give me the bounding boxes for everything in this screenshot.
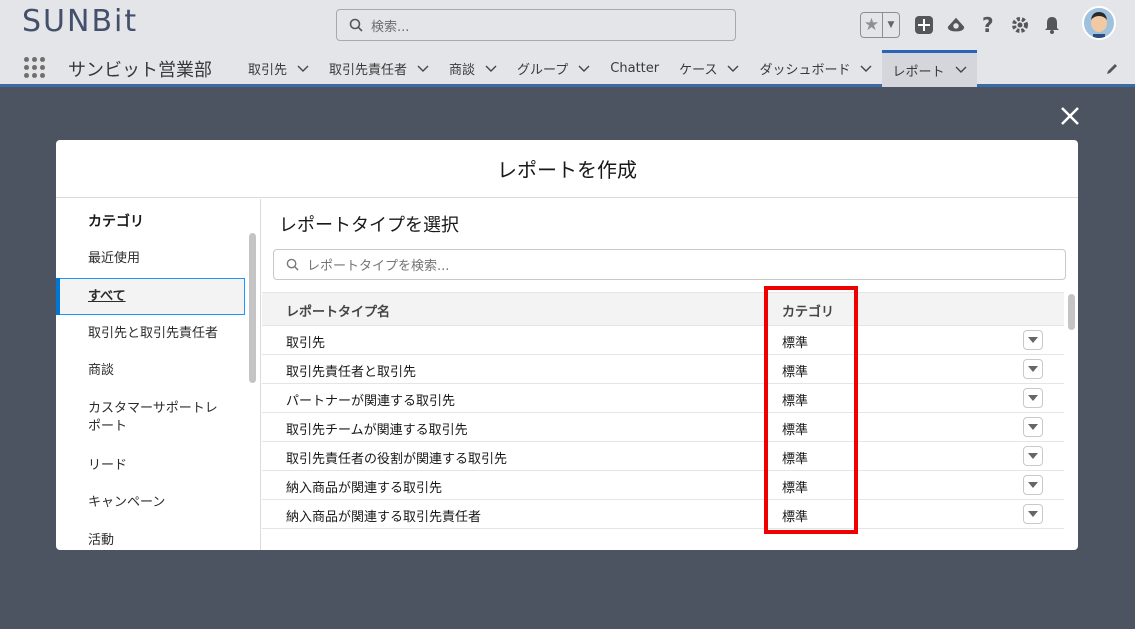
row-action-dropdown[interactable] [1023, 330, 1043, 350]
column-header-name[interactable]: レポートタイプ名 [286, 301, 390, 320]
gear-icon[interactable] [1010, 15, 1030, 35]
search-icon [286, 258, 299, 271]
chevron-down-icon [1028, 366, 1038, 372]
category-panel: カテゴリ 最近使用 すべて 取引先と取引先責任者 商談 カスタマーサポートレポー… [56, 199, 261, 550]
table-row[interactable]: パートナーが関連する取引先 標準 [262, 384, 1064, 413]
tab-chatter[interactable]: Chatter [600, 50, 669, 87]
table-row[interactable]: 取引先チームが関連する取引先 標準 [262, 413, 1064, 442]
category-campaigns[interactable]: キャンペーン [88, 494, 238, 512]
global-header: SUNBit 検索... ★ ▼ ? [0, 0, 1135, 50]
favorites-dropdown-icon[interactable]: ▼ [883, 13, 899, 37]
tab-label: Chatter [610, 61, 660, 76]
chevron-down-icon[interactable] [485, 65, 497, 73]
app-launcher-icon[interactable] [24, 57, 45, 78]
table-header: レポートタイプ名 カテゴリ [262, 292, 1064, 326]
table-row[interactable]: 取引先責任者の役割が関連する取引先 標準 [262, 442, 1064, 471]
chevron-down-icon [1028, 337, 1038, 343]
tab-groups[interactable]: グループ [507, 50, 600, 87]
app-name: サンビット営業部 [68, 60, 212, 81]
bell-icon[interactable] [1042, 15, 1062, 35]
report-type-name[interactable]: 取引先責任者と取引先 [286, 361, 416, 380]
category-column-highlight [764, 286, 858, 534]
tab-label: レポート [892, 64, 945, 80]
report-type-name[interactable]: 納入商品が関連する取引先 [286, 477, 442, 496]
favorites-button[interactable]: ★ ▼ [860, 12, 900, 38]
category-all[interactable]: すべて [56, 278, 245, 315]
tab-label: 取引先 [248, 63, 288, 78]
navigation-bar: サンビット営業部 取引先 取引先責任者 商談 グループ Chatter ケース … [0, 50, 1135, 87]
close-modal-icon[interactable] [1058, 104, 1082, 128]
add-icon[interactable] [914, 15, 934, 35]
chevron-down-icon[interactable] [417, 65, 429, 73]
category-opportunities[interactable]: 商談 [88, 362, 238, 380]
tab-dashboards[interactable]: ダッシュボード [749, 50, 882, 87]
category-scrollbar[interactable] [249, 233, 256, 383]
category-recent[interactable]: 最近使用 [88, 250, 238, 268]
tab-opportunities[interactable]: 商談 [439, 50, 507, 87]
report-type-heading: レポートタイプを選択 [279, 215, 459, 236]
row-action-dropdown[interactable] [1023, 359, 1043, 379]
svg-text:?: ? [982, 15, 994, 35]
avatar[interactable] [1082, 6, 1116, 40]
app-logo[interactable]: SUNBit [22, 4, 138, 39]
report-type-search-placeholder: レポートタイプを検索... [307, 259, 450, 274]
chevron-down-icon [1028, 453, 1038, 459]
search-icon [349, 18, 363, 32]
row-action-dropdown[interactable] [1023, 446, 1043, 466]
tab-label: グループ [517, 63, 569, 78]
report-type-name[interactable]: 取引先責任者の役割が関連する取引先 [286, 448, 507, 467]
global-search-placeholder: 検索... [371, 19, 410, 35]
report-type-name[interactable]: 取引先 [286, 332, 325, 351]
table-scrollbar[interactable] [1068, 294, 1075, 330]
tab-label: 商談 [449, 63, 476, 78]
help-icon[interactable]: ? [978, 15, 998, 35]
tab-label: ケース [679, 63, 718, 78]
global-search-input[interactable]: 検索... [336, 9, 736, 41]
chevron-down-icon [1028, 482, 1038, 488]
chevron-down-icon[interactable] [727, 65, 739, 73]
chevron-down-icon[interactable] [297, 65, 309, 73]
report-type-name[interactable]: 納入商品が関連する取引先責任者 [286, 506, 481, 525]
tab-label: 取引先責任者 [329, 63, 408, 78]
tab-reports[interactable]: レポート [882, 50, 977, 87]
modal-title: レポートを作成 [56, 140, 1078, 198]
chevron-down-icon[interactable] [860, 65, 872, 73]
category-heading: カテゴリ [88, 214, 144, 230]
report-type-name[interactable]: 取引先チームが関連する取引先 [286, 419, 468, 438]
tab-accounts[interactable]: 取引先 [238, 50, 319, 87]
tab-contacts[interactable]: 取引先責任者 [319, 50, 439, 87]
trailhead-icon[interactable] [946, 15, 966, 35]
chevron-down-icon[interactable] [578, 65, 590, 73]
report-type-name[interactable]: パートナーが関連する取引先 [286, 390, 455, 409]
row-action-dropdown[interactable] [1023, 388, 1043, 408]
row-action-dropdown[interactable] [1023, 417, 1043, 437]
table-row[interactable]: 納入商品が関連する取引先 標準 [262, 471, 1064, 500]
category-accounts-contacts[interactable]: 取引先と取引先責任者 [88, 325, 238, 343]
tab-label: ダッシュボード [759, 63, 851, 78]
category-all-label: すべて [88, 288, 126, 304]
category-customer-support[interactable]: カスタマーサポートレポート [88, 400, 228, 436]
row-action-dropdown[interactable] [1023, 504, 1043, 524]
report-type-table: レポートタイプ名 カテゴリ 取引先 標準 取引先責任者と取引先 標準 パートナー… [262, 292, 1064, 529]
table-row[interactable]: 取引先 標準 [262, 326, 1064, 355]
row-action-dropdown[interactable] [1023, 475, 1043, 495]
chevron-down-icon[interactable] [955, 66, 967, 74]
table-row[interactable]: 納入商品が関連する取引先責任者 標準 [262, 500, 1064, 529]
table-row[interactable]: 取引先責任者と取引先 標準 [262, 355, 1064, 384]
create-report-modal: レポートを作成 カテゴリ 最近使用 すべて 取引先と取引先責任者 商談 カスタマ… [56, 140, 1078, 550]
edit-nav-pencil-icon[interactable] [1105, 62, 1119, 76]
chevron-down-icon [1028, 424, 1038, 430]
star-icon[interactable]: ★ [861, 13, 883, 37]
report-type-panel: レポートタイプを選択 レポートタイプを検索... レポートタイプ名 カテゴリ 取… [262, 199, 1078, 550]
category-leads[interactable]: リード [88, 457, 238, 475]
report-type-search-input[interactable]: レポートタイプを検索... [273, 249, 1066, 280]
chevron-down-icon [1028, 395, 1038, 401]
tab-cases[interactable]: ケース [669, 50, 749, 87]
category-activities[interactable]: 活動 [88, 532, 238, 550]
chevron-down-icon [1028, 511, 1038, 517]
